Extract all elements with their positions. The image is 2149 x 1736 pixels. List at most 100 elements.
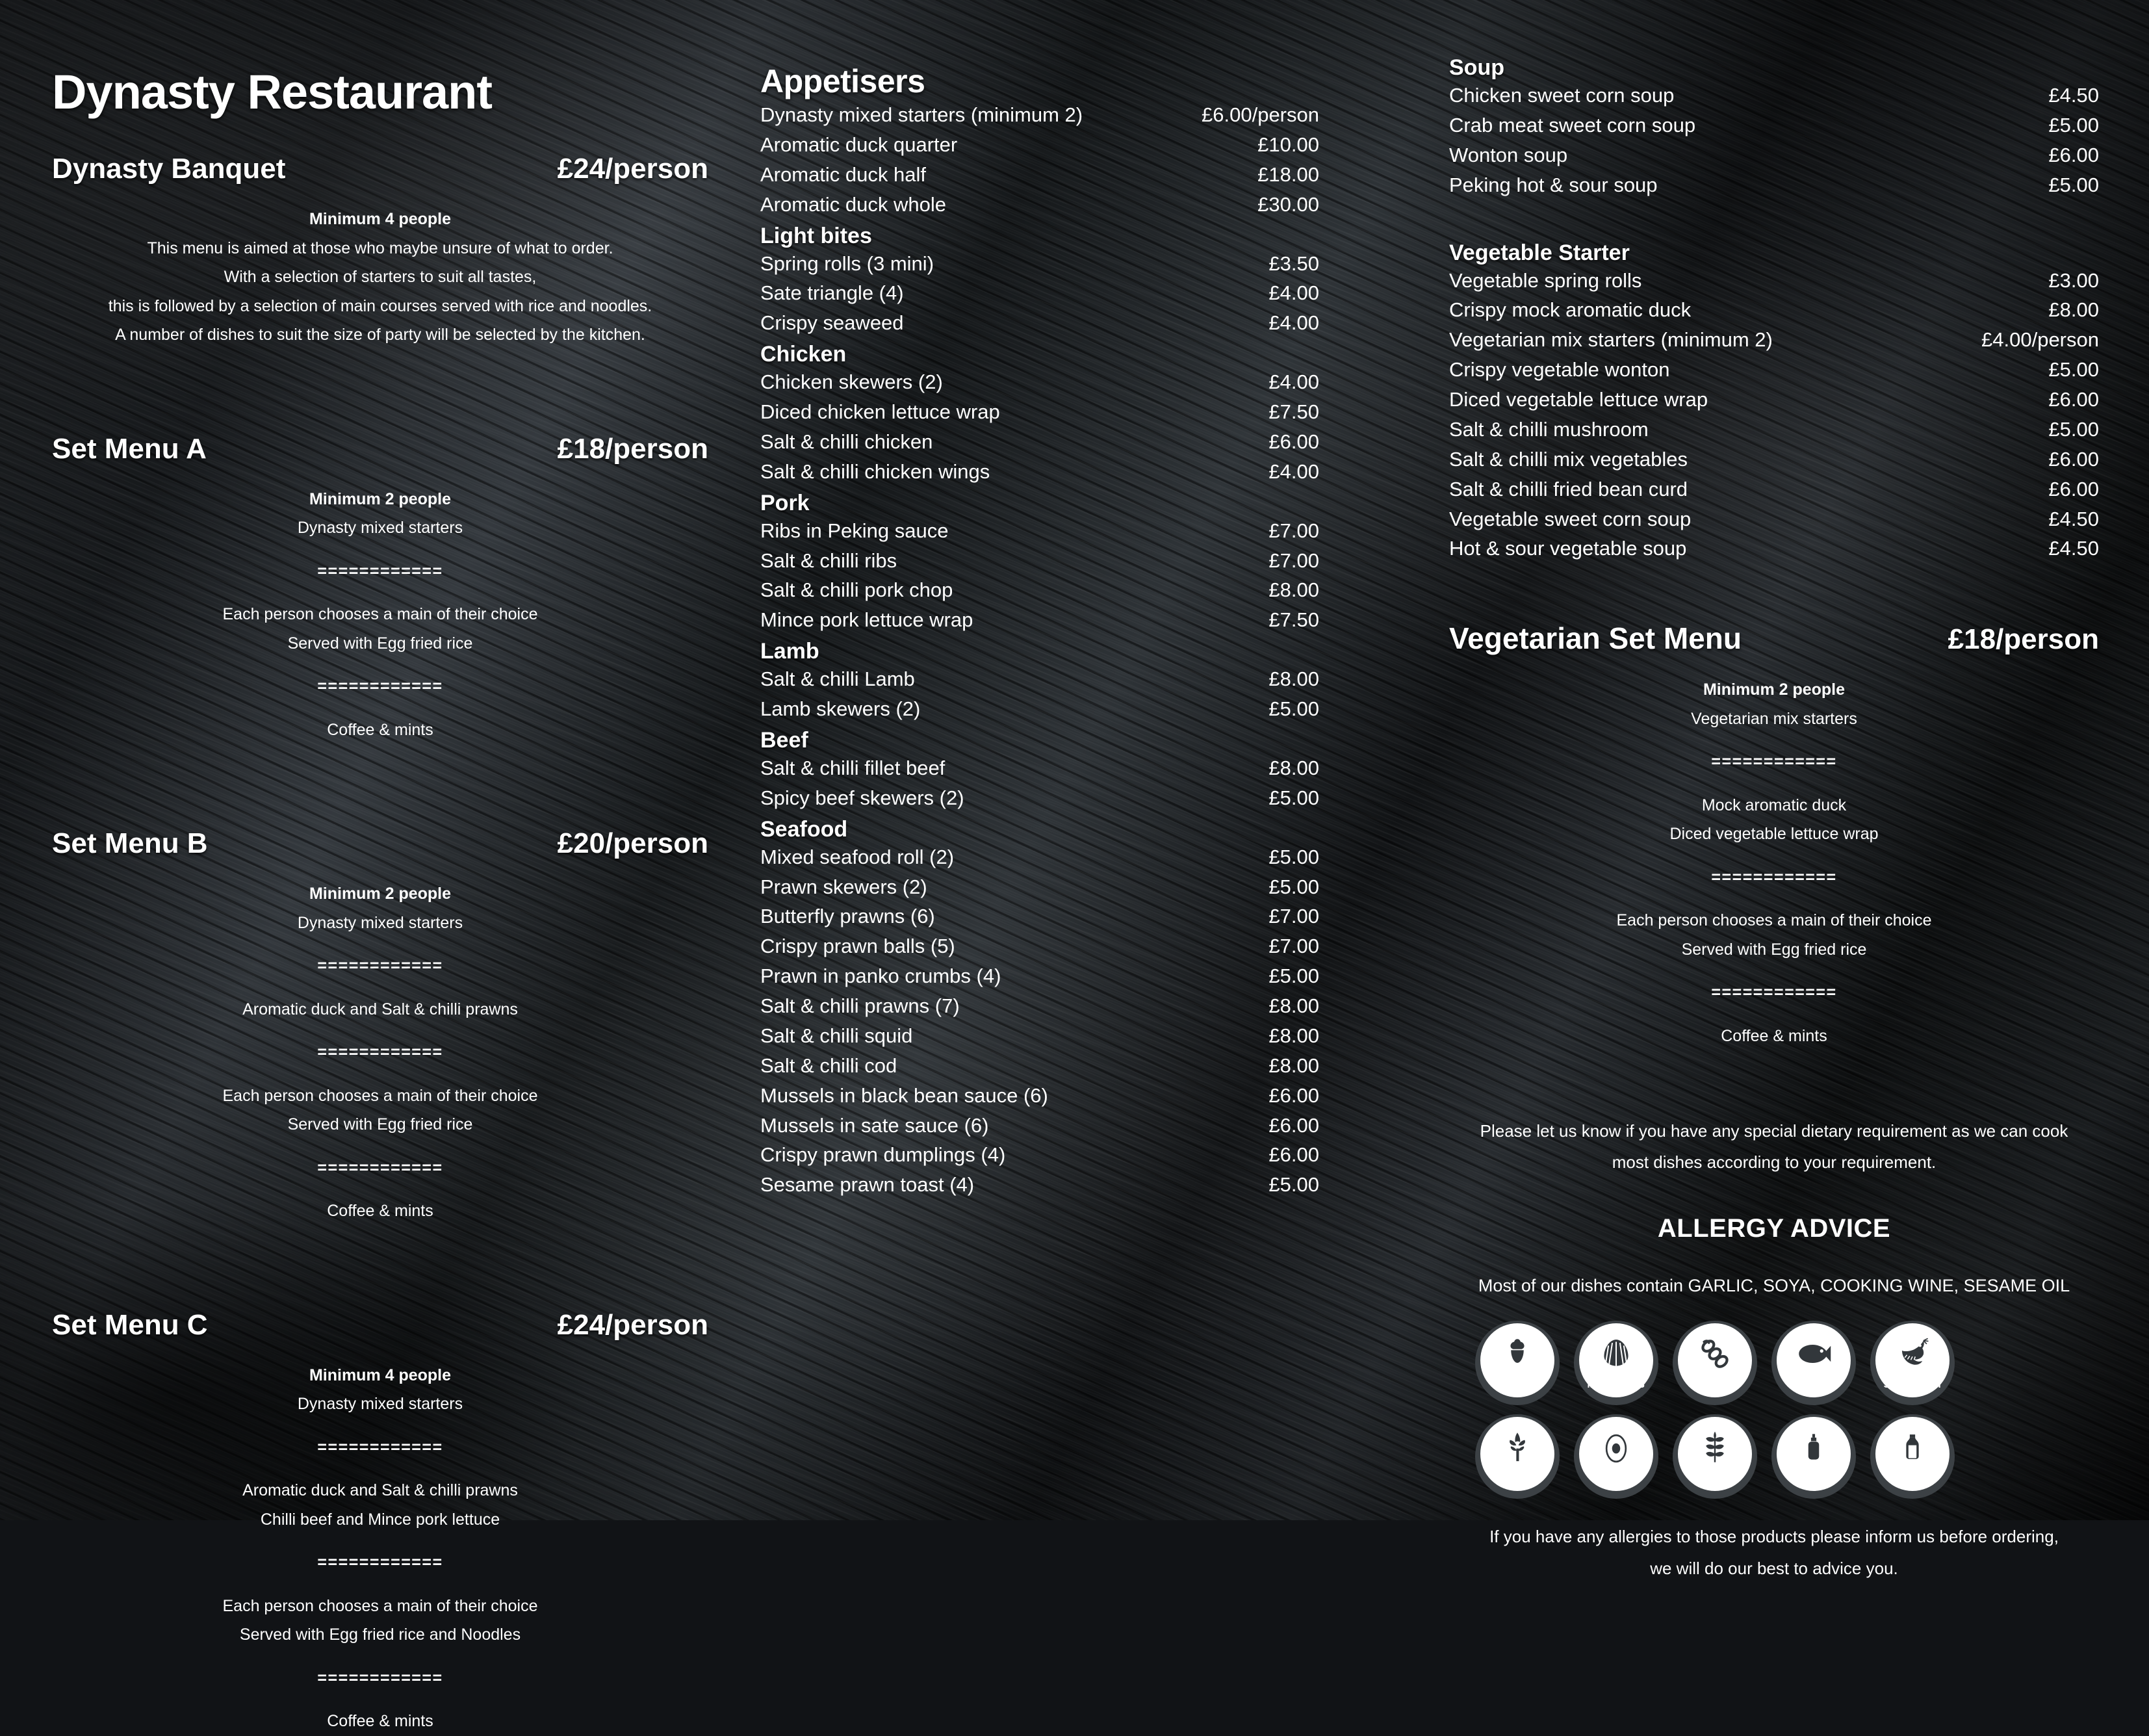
menu-item-price: £5.00 <box>1268 875 1319 898</box>
menu-item-price: £6.00 <box>1268 1143 1319 1167</box>
allergen-badge-nuts: NUTS <box>1475 1321 1560 1406</box>
menu-item-price: £4.00 <box>1268 311 1319 335</box>
set-menu-line: this is followed by a selection of main … <box>108 296 652 315</box>
menu-item-name: Aromatic duck whole <box>760 192 947 216</box>
menu-item-name: Prawn skewers (2) <box>760 875 927 898</box>
menu-item-name: Salt & chilli pork chop <box>760 578 953 602</box>
dietary-note-line-2: most dishes according to your requiremen… <box>1612 1152 1937 1172</box>
line-spacer <box>1449 849 2099 863</box>
set-menu-header-set-menu-b: Set Menu B £20/person <box>52 827 708 860</box>
divider-line: ============ <box>317 677 443 695</box>
allergen-badge-soy: SOY <box>1673 1321 1757 1406</box>
line-spacer <box>52 543 708 557</box>
menu-item-name: Salt & chilli squid <box>760 1024 913 1047</box>
line-spacer <box>52 1067 708 1082</box>
appetiser-group-title-chicken: Chicken <box>760 342 847 367</box>
menu-item-name: Aromatic duck quarter <box>760 133 958 156</box>
menu-item-row: Diced vegetable lettuce wrap £6.00 <box>1449 385 2099 415</box>
menu-item-row: Prawn skewers (2) £5.00 <box>760 872 1319 902</box>
set-menu-line: Minimum 4 people <box>309 1366 452 1384</box>
menu-item-row: Crispy vegetable wonton £5.00 <box>1449 355 2099 385</box>
line-spacer <box>52 1692 708 1707</box>
line-spacer <box>52 1462 708 1476</box>
scallop-shell-icon <box>1591 1332 1641 1375</box>
set-menu-header-dynasty-banquet: Dynasty Banquet £24/person <box>52 153 708 185</box>
menu-item-price: £8.00 <box>1268 1054 1319 1077</box>
divider-line: ============ <box>317 1553 443 1572</box>
allergen-badge-row-1: NUTS MOLLUSCS SOY FISH SHELLFISH <box>1475 1321 2099 1406</box>
appetisers-top-items: Dynasty mixed starters (minimum 2) £6.00/… <box>760 100 1319 220</box>
menu-item-row: Lamb skewers (2) £5.00 <box>760 694 1319 724</box>
menu-item-name: Salt & chilli mix vegetables <box>1449 447 1688 471</box>
set-menu-line: Vegetarian mix starters <box>1691 709 1857 728</box>
menu-item-row: Dynasty mixed starters (minimum 2) £6.00/… <box>760 100 1319 130</box>
line-spacer <box>1449 733 2099 747</box>
menu-item-price: £5.00 <box>2048 358 2099 382</box>
line-spacer <box>1449 1007 2099 1022</box>
menu-item-name: Crispy prawn dumplings (4) <box>760 1143 1006 1167</box>
line-spacer <box>52 1577 708 1592</box>
set-menu-line: Dynasty mixed starters <box>297 1395 463 1413</box>
allergen-badge-label: SOY <box>1704 1379 1726 1391</box>
menu-item-name: Mince pork lettuce wrap <box>760 608 973 632</box>
appetisers-groups: Light bites Spring rolls (3 mini) £3.50 Sat… <box>760 224 1319 1200</box>
line-spacer <box>1449 777 2099 791</box>
allergen-badge-label: LACTOSE <box>1888 1473 1937 1484</box>
menu-item-price: £6.00 <box>2048 388 2099 411</box>
menu-item-price: £5.00 <box>1268 965 1319 988</box>
menu-item-row: Crispy prawn balls (5) £7.00 <box>760 931 1319 961</box>
menu-item-row: Salt & chilli fried bean curd £6.00 <box>1449 474 2099 504</box>
divider-line: ============ <box>1711 753 1837 771</box>
appetiser-group-title-pork: Pork <box>760 490 810 515</box>
set-menu-line: Dynasty mixed starters <box>297 913 463 932</box>
set-menu-line: Served with Egg fried rice <box>1681 940 1867 959</box>
allergen-badge-label: GLUTEN <box>1693 1473 1736 1484</box>
set-menu-line: Each person chooses a main of their choi… <box>222 1596 538 1615</box>
menu-item-name: Ribs in Peking sauce <box>760 519 949 542</box>
menu-item-price: £4.50 <box>2048 507 2099 530</box>
appetisers-title: Appetisers <box>760 63 925 99</box>
nut-icon <box>1493 1332 1542 1375</box>
appetiser-group-title-seafood: Seafood <box>760 816 848 842</box>
menu-item-name: Sate triangle (4) <box>760 281 904 305</box>
menu-item-row: Spicy beef skewers (2) £5.00 <box>760 783 1319 813</box>
menu-item-row: Crab meat sweet corn soup £5.00 <box>1449 110 2099 140</box>
menu-item-price: £5.00 <box>2048 113 2099 136</box>
menu-item-price: £4.00 <box>1268 281 1319 305</box>
menu-item-name: Spicy beef skewers (2) <box>760 786 964 809</box>
allergen-badge-shellfish: SHELLFISH <box>1870 1321 1955 1406</box>
menu-item-name: Crab meat sweet corn soup <box>1449 113 1696 136</box>
set-menu-details-set-menu-c: Minimum 4 people Dynasty mixed starters ==… <box>52 1361 708 1736</box>
menu-item-name: Vegetarian mix starters (minimum 2) <box>1449 328 1773 352</box>
allergen-badge-gluten: GLUTEN <box>1673 1414 1757 1499</box>
set-menu-details-dynasty-banquet: Minimum 4 people This menu is aimed at th… <box>52 205 708 350</box>
set-menu-price: £24/person <box>557 1308 708 1341</box>
menu-item-name: Wonton soup <box>1449 143 1568 166</box>
menu-item-row: Hot & sour vegetable soup £4.50 <box>1449 534 2099 564</box>
menu-item-name: Aromatic duck half <box>760 162 926 186</box>
menu-item-name: Salt & chilli prawns (7) <box>760 994 960 1017</box>
menu-item-row: Peking hot & sour soup £5.00 <box>1449 170 2099 200</box>
menu-item-price: £8.00 <box>1268 1024 1319 1047</box>
dietary-note: Please let us know if you have any speci… <box>1449 1115 2099 1178</box>
menu-item-row: Salt & chilli chicken wings £4.00 <box>760 457 1319 487</box>
menu-item-row: Salt & chilli pork chop £8.00 <box>760 575 1319 605</box>
set-menu-details-set-menu-b: Minimum 2 people Dynasty mixed starters ==… <box>52 879 708 1226</box>
line-spacer <box>52 1534 708 1548</box>
celery-icon <box>1493 1426 1542 1469</box>
vegetable-starter-items: Vegetable spring rolls £3.00 Crispy mock a… <box>1449 266 2099 564</box>
menu-item-price: £5.00 <box>1268 697 1319 720</box>
line-spacer <box>1449 892 2099 906</box>
menu-item-row: Salt & chilli prawns (7) £8.00 <box>760 991 1319 1021</box>
menu-item-row: Butterfly prawns (6) £7.00 <box>760 901 1319 931</box>
set-menu-line: A number of dishes to suit the size of p… <box>115 326 645 344</box>
divider-line: ============ <box>317 562 443 580</box>
menu-item-name: Dynasty mixed starters (minimum 2) <box>760 103 1083 126</box>
set-menu-line: Minimum 2 people <box>309 489 452 508</box>
line-spacer <box>52 1650 708 1664</box>
line-spacer <box>52 1419 708 1433</box>
menu-item-name: Salt & chilli fillet beef <box>760 756 946 779</box>
menu-item-price: £8.00 <box>1268 756 1319 779</box>
set-menu-line: Coffee & mints <box>1721 1026 1827 1045</box>
menu-item-price: £6.00 <box>1268 430 1319 453</box>
